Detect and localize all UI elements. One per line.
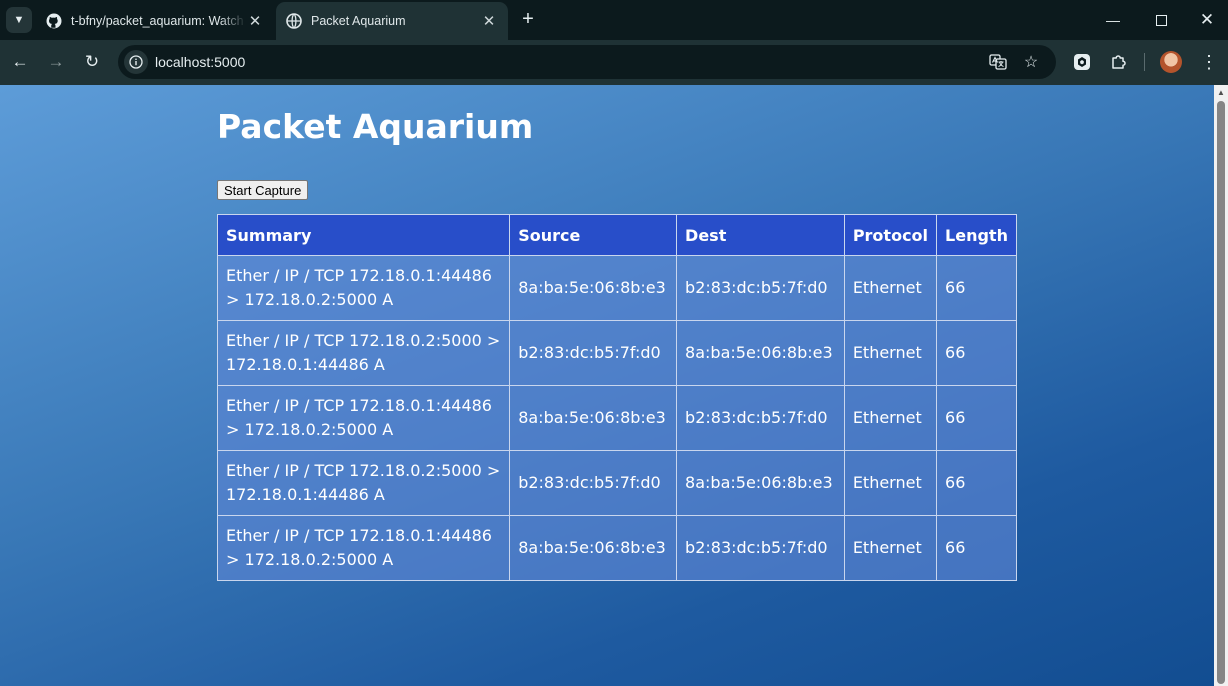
header-source[interactable]: Source (509, 214, 678, 256)
cell-summary: Ether / IP / TCP 172.18.0.1:44486 > 172.… (216, 385, 511, 451)
github-icon (46, 13, 62, 29)
cell-source: 8a:ba:5e:06:8b:e3 (509, 255, 678, 321)
forward-button[interactable]: → (43, 49, 69, 75)
puzzle-icon (1112, 55, 1126, 69)
header-dest[interactable]: Dest (676, 214, 845, 256)
cell-length: 66 (936, 515, 1017, 581)
cell-source: b2:83:dc:b5:7f:d0 (509, 450, 678, 516)
cell-length: 66 (936, 255, 1017, 321)
table-row[interactable]: Ether / IP / TCP 172.18.0.1:44486 > 172.… (216, 515, 1017, 581)
forward-icon: → (47, 52, 65, 71)
avatar[interactable] (1160, 51, 1182, 73)
browser-toolbar: ← → ↻ localhost:5000 ☆ ⋮ (0, 40, 1228, 85)
cell-source: 8a:ba:5e:06:8b:e3 (509, 515, 678, 581)
cell-summary: Ether / IP / TCP 172.18.0.2:5000 > 172.1… (216, 450, 511, 516)
start-capture-button[interactable]: Start Capture (217, 180, 309, 200)
bookmark-button[interactable]: ☆ (1021, 52, 1041, 72)
table-row[interactable]: Ether / IP / TCP 172.18.0.1:44486 > 172.… (216, 385, 1017, 451)
close-tab-icon[interactable]: ✕ (480, 12, 498, 30)
address-bar[interactable]: localhost:5000 ☆ (118, 45, 1056, 79)
tab-title: Packet Aquarium (311, 14, 406, 28)
extension-button[interactable] (1070, 50, 1094, 74)
tab-search-button[interactable]: ▼ (6, 7, 32, 33)
cell-source: 8a:ba:5e:06:8b:e3 (509, 385, 678, 451)
cell-dest: 8a:ba:5e:06:8b:e3 (676, 320, 845, 386)
close-window-button[interactable]: ✕ (1184, 0, 1228, 40)
extension-icon (1074, 54, 1090, 70)
scroll-up-arrow[interactable]: ▲ (1214, 85, 1228, 99)
cell-dest: b2:83:dc:b5:7f:d0 (676, 385, 845, 451)
cell-summary: Ether / IP / TCP 172.18.0.1:44486 > 172.… (216, 515, 511, 581)
cell-length: 66 (936, 385, 1017, 451)
cell-length: 66 (936, 320, 1017, 386)
cell-dest: b2:83:dc:b5:7f:d0 (676, 255, 845, 321)
toolbar-divider (1144, 53, 1145, 71)
cell-dest: 8a:ba:5e:06:8b:e3 (676, 450, 845, 516)
star-icon: ☆ (1023, 54, 1039, 71)
tab-strip: ▼ t-bfny/packet_aquarium: Watch ✕ Packet… (0, 0, 1228, 40)
table-row[interactable]: Ether / IP / TCP 172.18.0.1:44486 > 172.… (216, 255, 1017, 321)
vertical-scrollbar[interactable]: ▲ (1214, 85, 1228, 686)
translate-icon (989, 54, 1007, 70)
scrollbar-thumb[interactable] (1217, 101, 1225, 684)
maximize-button[interactable] (1138, 0, 1184, 40)
close-icon: ✕ (1199, 10, 1215, 29)
close-tab-icon[interactable]: ✕ (246, 12, 264, 30)
new-tab-button[interactable]: + (517, 8, 539, 30)
minimize-icon: — (1106, 12, 1120, 28)
cell-protocol: Ethernet (843, 515, 938, 581)
site-info-button[interactable] (124, 50, 148, 74)
tab-github[interactable]: t-bfny/packet_aquarium: Watch ✕ (36, 2, 274, 40)
page-viewport: Packet Aquarium Start Capture Summary So… (0, 85, 1214, 686)
plus-icon: + (522, 8, 534, 30)
cell-protocol: Ethernet (843, 450, 938, 516)
back-icon: ← (11, 52, 29, 71)
cell-summary: Ether / IP / TCP 172.18.0.1:44486 > 172.… (216, 255, 511, 321)
packet-table: Summary Source Dest Protocol Length Ethe… (216, 214, 1017, 581)
maximize-icon (1155, 14, 1167, 26)
cell-source: b2:83:dc:b5:7f:d0 (509, 320, 678, 386)
globe-icon (286, 13, 302, 29)
translate-button[interactable] (988, 52, 1008, 72)
tab-title: t-bfny/packet_aquarium: Watch (71, 14, 244, 28)
back-button[interactable]: ← (7, 49, 33, 75)
page-title: Packet Aquarium (217, 107, 534, 146)
url-text[interactable]: localhost:5000 (155, 54, 245, 70)
site-info-icon (129, 55, 143, 69)
header-protocol[interactable]: Protocol (843, 214, 938, 256)
table-header-row: Summary Source Dest Protocol Length (216, 214, 1017, 256)
menu-icon: ⋮ (1200, 51, 1218, 72)
header-summary[interactable]: Summary (216, 214, 511, 256)
cell-protocol: Ethernet (843, 320, 938, 386)
reload-icon: ↻ (84, 52, 100, 71)
cell-protocol: Ethernet (843, 385, 938, 451)
cell-summary: Ether / IP / TCP 172.18.0.2:5000 > 172.1… (216, 320, 511, 386)
tab-packet-aquarium[interactable]: Packet Aquarium ✕ (276, 2, 508, 40)
cell-length: 66 (936, 450, 1017, 516)
reload-button[interactable]: ↻ (79, 49, 105, 75)
table-row[interactable]: Ether / IP / TCP 172.18.0.2:5000 > 172.1… (216, 450, 1017, 516)
table-row[interactable]: Ether / IP / TCP 172.18.0.2:5000 > 172.1… (216, 320, 1017, 386)
cell-protocol: Ethernet (843, 255, 938, 321)
chevron-down-icon: ▼ (13, 14, 25, 26)
minimize-button[interactable]: — (1090, 0, 1136, 40)
header-length[interactable]: Length (936, 214, 1017, 256)
browser-menu-button[interactable]: ⋮ (1197, 50, 1221, 74)
extensions-menu-button[interactable] (1107, 50, 1131, 74)
cell-dest: b2:83:dc:b5:7f:d0 (676, 515, 845, 581)
